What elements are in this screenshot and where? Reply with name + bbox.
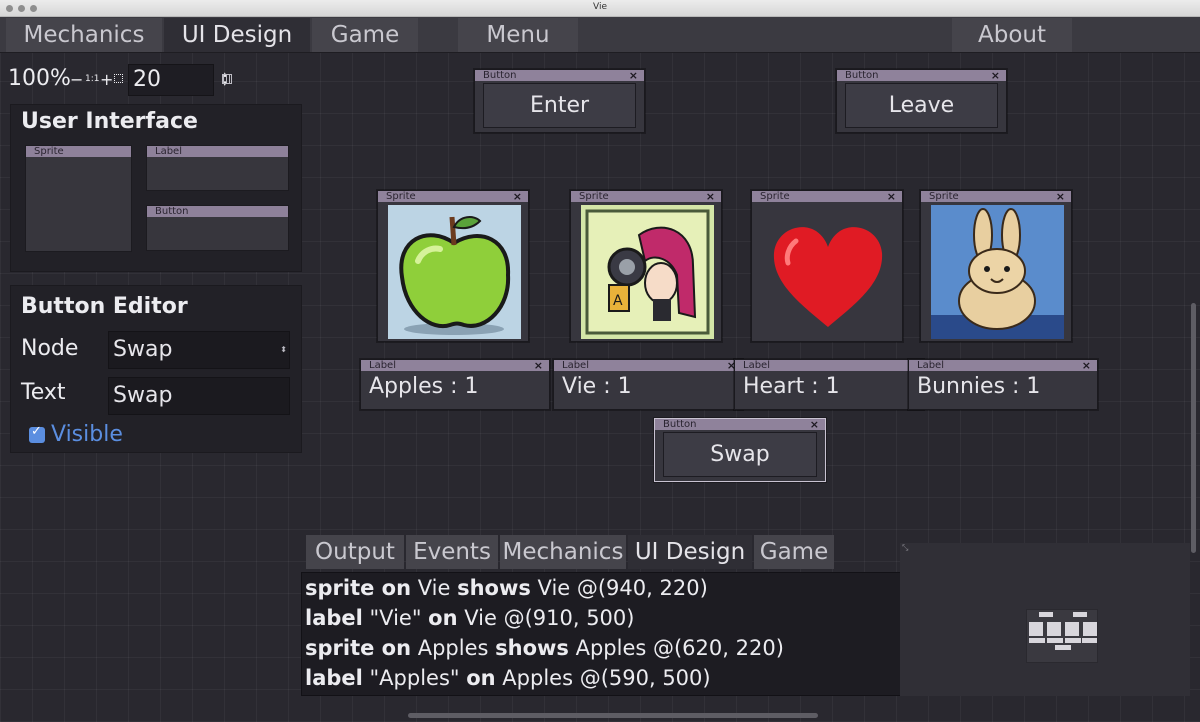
- close-icon[interactable]: ×: [534, 359, 543, 372]
- log-line: label "Apples" on Apples @(590, 500): [305, 666, 711, 690]
- label-node-vie[interactable]: Label × Vie : 1: [553, 359, 743, 410]
- button-editor-panel: Button Editor Node Swap ⬍ Text Swap ✓ Vi…: [10, 285, 302, 453]
- apple-image: [388, 205, 521, 339]
- window-titlebar: Vie: [0, 0, 1200, 17]
- node-type: Button: [837, 70, 1006, 81]
- node-type: Button: [655, 419, 825, 430]
- panel-title: User Interface: [21, 109, 198, 134]
- horizontal-scrollbar[interactable]: [408, 713, 818, 718]
- apples-label: Apples : 1: [369, 374, 479, 399]
- top-tab-bar: Mechanics UI Design Game Menu About: [0, 17, 1200, 53]
- tab-game[interactable]: Game: [312, 18, 418, 52]
- sprite-node-heart[interactable]: Sprite ×: [751, 190, 903, 342]
- tab-output[interactable]: Output: [306, 535, 404, 569]
- window-title: Vie: [593, 2, 607, 12]
- palette-label[interactable]: Label: [146, 145, 289, 191]
- grid-size-input[interactable]: 20 ▴▾: [128, 64, 227, 96]
- heart-label: Heart : 1: [743, 374, 840, 399]
- chevron-updown-icon: ⬍: [280, 345, 287, 354]
- close-icon[interactable]: ×: [1056, 190, 1065, 203]
- zoom-reset-button[interactable]: 1:1: [85, 74, 99, 84]
- close-icon[interactable]: ×: [991, 69, 1000, 82]
- node-type: Sprite: [921, 191, 1071, 202]
- text-input[interactable]: Swap: [108, 377, 290, 415]
- log-line: sprite on Apples shows Apples @(620, 220…: [305, 636, 784, 660]
- close-icon[interactable]: ×: [629, 69, 638, 82]
- palette-item-type: Button: [147, 206, 288, 217]
- bunny-image: [931, 205, 1064, 339]
- minimap[interactable]: ⤡: [900, 543, 1190, 696]
- log-line: label "Vie" on Vie @(910, 500): [305, 606, 635, 630]
- leave-button-node[interactable]: Button × Leave: [836, 69, 1007, 133]
- tab-ui-design-bottom[interactable]: UI Design: [628, 535, 752, 569]
- close-icon[interactable]: ×: [513, 190, 522, 203]
- bottom-tab-bar: Output Events Mechanics UI Design Game: [304, 535, 834, 571]
- minimap-viewport[interactable]: [1026, 609, 1098, 663]
- close-icon[interactable]: ×: [887, 190, 896, 203]
- visible-checkbox[interactable]: ✓: [29, 424, 45, 443]
- close-icon[interactable]: ×: [810, 418, 819, 431]
- close-icon[interactable]: ×: [1082, 359, 1091, 372]
- leave-button[interactable]: Leave: [845, 83, 998, 128]
- zoom-percent: 100%: [8, 66, 71, 91]
- node-type: Label: [361, 360, 549, 371]
- log-line: sprite on Vie shows Vie @(940, 220): [305, 576, 708, 600]
- palette-item-type: Sprite: [26, 146, 131, 157]
- node-type: Sprite: [571, 191, 721, 202]
- node-field-label: Node: [21, 336, 79, 361]
- tab-ui-design[interactable]: UI Design: [164, 18, 310, 52]
- label-node-bunnies[interactable]: Label × Bunnies : 1: [908, 359, 1098, 410]
- enter-button[interactable]: Enter: [483, 83, 636, 128]
- checkmark-icon: ✓: [31, 424, 42, 439]
- visible-label[interactable]: Visible: [51, 422, 123, 447]
- node-type: Label: [735, 360, 923, 371]
- node-type: Label: [909, 360, 1097, 371]
- vie-character-image: A: [581, 205, 714, 339]
- zoom-out-button[interactable]: −: [70, 70, 83, 89]
- palette-sprite[interactable]: Sprite: [25, 145, 132, 252]
- node-select-value: Swap: [113, 337, 173, 362]
- vie-label: Vie : 1: [562, 374, 632, 399]
- palette-button[interactable]: Button: [146, 205, 289, 251]
- sprite-node-apples[interactable]: Sprite ×: [377, 190, 529, 342]
- text-input-value: Swap: [113, 383, 173, 408]
- palette-item-type: Label: [147, 146, 288, 157]
- node-type: Label: [554, 360, 742, 371]
- tab-about[interactable]: About: [952, 18, 1072, 52]
- tab-menu[interactable]: Menu: [458, 18, 578, 52]
- swap-button-node[interactable]: Button × Swap: [654, 418, 826, 482]
- minimap-resize-icon[interactable]: ⤡: [902, 543, 908, 553]
- tab-game-bottom[interactable]: Game: [754, 535, 834, 569]
- grid-snap-icon[interactable]: [114, 74, 123, 83]
- text-field-label: Text: [21, 380, 66, 405]
- grid-size-value: 20: [133, 67, 161, 92]
- node-select[interactable]: Swap ⬍: [108, 331, 290, 369]
- heart-image: [762, 205, 895, 339]
- swap-button[interactable]: Swap: [663, 432, 817, 477]
- enter-button-node[interactable]: Button × Enter: [474, 69, 645, 133]
- node-type: Sprite: [752, 191, 902, 202]
- svg-text:A: A: [613, 293, 623, 309]
- tab-mechanics[interactable]: Mechanics: [6, 18, 162, 52]
- sprite-node-bunnies[interactable]: Sprite ×: [920, 190, 1072, 342]
- tab-events[interactable]: Events: [406, 535, 498, 569]
- close-icon[interactable]: ×: [706, 190, 715, 203]
- grid-toggle-icon[interactable]: [222, 74, 232, 84]
- node-type: Button: [475, 70, 644, 81]
- label-node-apples[interactable]: Label × Apples : 1: [360, 359, 550, 410]
- zoom-toolbar: 100% − 1:1 + 20 ▴▾: [8, 64, 238, 96]
- tab-mechanics-bottom[interactable]: Mechanics: [500, 535, 626, 569]
- sprite-node-vie[interactable]: Sprite × A: [570, 190, 722, 342]
- panel-title: Button Editor: [21, 294, 188, 319]
- label-node-heart[interactable]: Label × Heart : 1: [734, 359, 924, 410]
- zoom-in-button[interactable]: +: [100, 70, 113, 89]
- bunnies-label: Bunnies : 1: [917, 374, 1041, 399]
- node-type: Sprite: [378, 191, 528, 202]
- vertical-scrollbar[interactable]: [1191, 303, 1196, 553]
- user-interface-panel: User Interface Sprite Label Button: [10, 104, 302, 272]
